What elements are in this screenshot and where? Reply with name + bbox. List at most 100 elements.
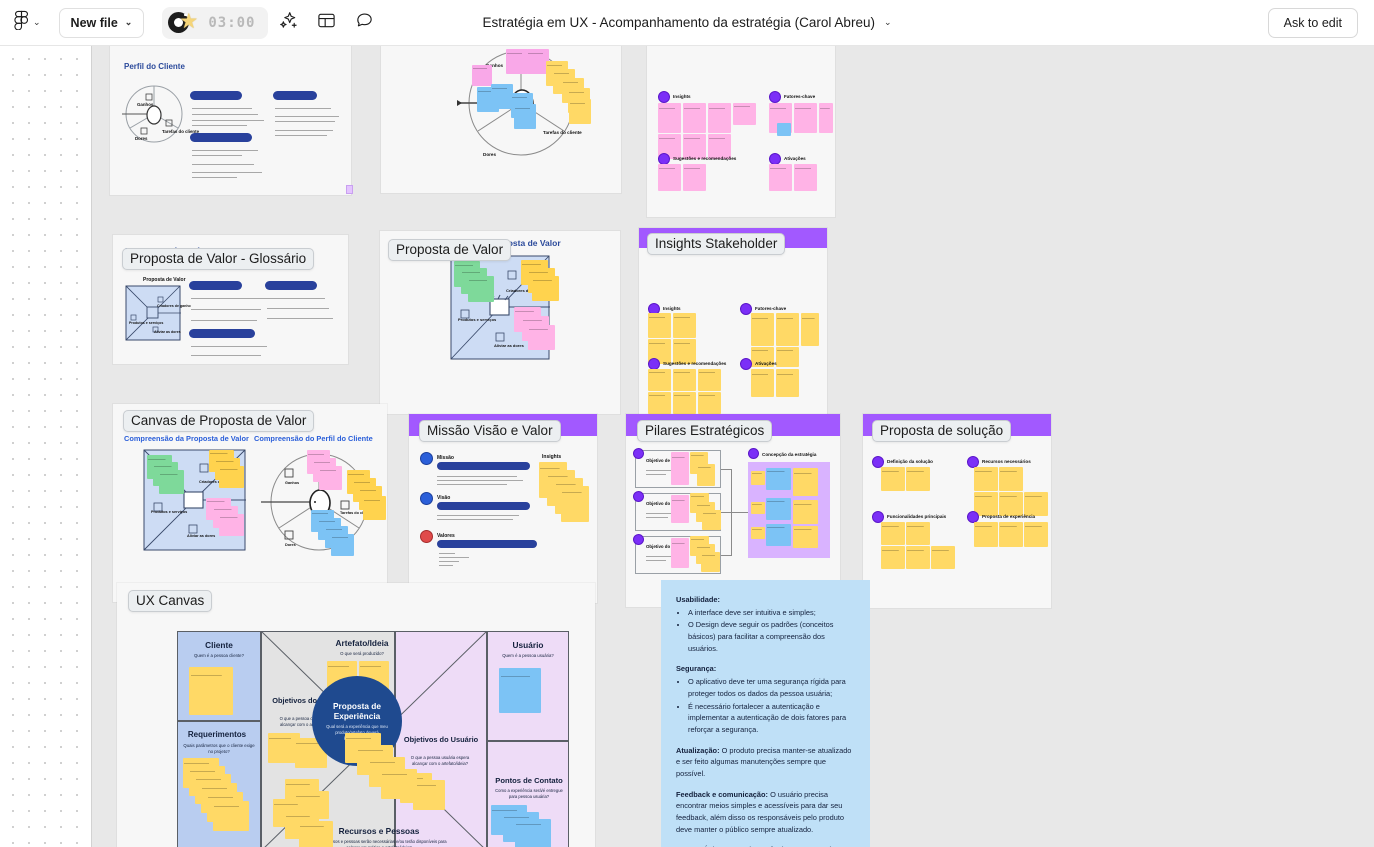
sticky-note[interactable] [766, 498, 791, 520]
card-proposta-de-solucao[interactable]: Definição da solução Recursos necessário… [863, 414, 1051, 608]
sticky-note[interactable] [751, 527, 765, 539]
sticky-note[interactable] [299, 821, 333, 847]
sparkle-ai-button[interactable] [272, 7, 306, 39]
sticky-note[interactable] [793, 526, 818, 548]
sticky-note[interactable] [881, 467, 905, 491]
sticky-note[interactable] [363, 496, 386, 520]
card-pilares-estrategicos[interactable]: Objetivo de negócio Objetivo do usuário … [626, 414, 840, 607]
sticky-note[interactable] [532, 276, 559, 301]
sticky-note[interactable] [793, 468, 818, 496]
sticky-note[interactable] [766, 524, 791, 546]
sticky-note[interactable] [1024, 492, 1048, 516]
document-title[interactable]: Estratégia em UX - Acompanhamento da est… [483, 15, 875, 30]
figma-menu-button[interactable]: ⌄ [8, 7, 47, 39]
sticky-note[interactable] [648, 313, 671, 338]
sticky-note[interactable] [766, 468, 791, 490]
sticky-note[interactable] [673, 392, 696, 414]
card-insights[interactable]: Insights Fatores-chave Sugestões e recom… [647, 46, 835, 217]
new-file-button[interactable]: New file ⌄ [58, 7, 145, 38]
sticky-note[interactable] [381, 769, 417, 799]
sticky-note[interactable] [794, 164, 817, 191]
sticky-note[interactable] [189, 667, 233, 715]
card-perfil-do-cliente[interactable]: Perfil do Cliente Ganhos Tarefas do clie… [110, 46, 351, 195]
sticky-note[interactable] [697, 464, 715, 486]
sticky-note[interactable] [159, 470, 184, 494]
document-menu-chevron-down-icon[interactable]: ⌄ [884, 18, 892, 27]
sticky-note[interactable] [472, 65, 492, 86]
comment-button[interactable] [348, 7, 382, 39]
sticky-note[interactable] [671, 538, 689, 568]
sticky-note[interactable] [698, 392, 721, 414]
layout-panel-button[interactable] [310, 7, 344, 39]
sticky-note[interactable] [319, 466, 342, 490]
sticky-note[interactable] [999, 492, 1023, 516]
sticky-note[interactable] [733, 103, 756, 125]
sticky-note[interactable] [906, 522, 930, 545]
namechip-proposta-de-valor[interactable]: Proposta de Valor [388, 239, 512, 261]
card-ux-canvas[interactable]: Cliente Quem é a pessoa cliente? Requeri… [117, 583, 595, 847]
sticky-note[interactable] [499, 668, 541, 713]
sticky-note[interactable] [648, 392, 671, 414]
namechip-pilares-estrategicos[interactable]: Pilares Estratégicos [637, 420, 773, 442]
sticky-note[interactable] [491, 84, 513, 109]
card-perfil-cliente-notas[interactable]: Ganhos Tarefas do cliente Dores [381, 46, 621, 193]
timer-widget[interactable]: ★ 03:00 [162, 6, 268, 39]
sticky-note[interactable] [751, 313, 774, 346]
sticky-note[interactable] [561, 486, 589, 522]
namechip-insights-stakeholder[interactable]: Insights Stakeholder [647, 233, 786, 255]
namechip-proposta-valor-glossario[interactable]: Proposta de Valor - Glossário [122, 248, 315, 270]
sticky-note[interactable] [683, 103, 706, 133]
sticky-note[interactable] [751, 502, 765, 514]
sticky-note[interactable] [219, 466, 244, 488]
sticky-note[interactable] [999, 522, 1023, 547]
sticky-note[interactable] [514, 104, 536, 129]
sticky-note[interactable] [658, 103, 681, 133]
sticky-note[interactable] [776, 347, 799, 367]
sticky-note[interactable] [906, 467, 930, 491]
sticky-note[interactable] [999, 467, 1023, 491]
sticky-note[interactable] [801, 313, 819, 346]
sticky-note[interactable] [881, 522, 905, 545]
sticky-note[interactable] [506, 49, 528, 74]
sticky-note[interactable] [906, 546, 930, 569]
card-canvas-proposta-valor[interactable]: Compreensão da Proposta de Valor Compree… [113, 404, 387, 602]
sticky-note[interactable] [777, 123, 791, 136]
sticky-note[interactable] [819, 103, 833, 133]
sticky-note[interactable] [881, 546, 905, 569]
sticky-note[interactable] [219, 514, 244, 536]
sticky-note[interactable] [974, 467, 998, 491]
sticky-note[interactable] [648, 369, 671, 391]
sticky-note[interactable] [683, 164, 706, 191]
sticky-note[interactable] [701, 552, 720, 572]
sticky-note[interactable] [776, 313, 799, 346]
sticky-note[interactable] [671, 452, 689, 485]
namechip-ux-canvas[interactable]: UX Canvas [128, 590, 213, 612]
sticky-note[interactable] [751, 471, 765, 485]
canvas-small-marker[interactable] [346, 185, 353, 194]
document-title-group[interactable]: Estratégia em UX - Acompanhamento da est… [483, 15, 892, 30]
sticky-note[interactable] [931, 546, 955, 569]
sticky-note[interactable] [974, 522, 998, 547]
ask-to-edit-button[interactable]: Ask to edit [1267, 7, 1358, 38]
card-missao-visao-valor[interactable]: Missão Visão Valores Insights [409, 414, 597, 603]
sticky-note[interactable] [708, 103, 731, 133]
sticky-note[interactable] [794, 103, 817, 133]
card-insights-stakeholder[interactable]: Insights Fatores-chave Sugestões e recom… [639, 228, 827, 420]
sticky-note[interactable] [515, 819, 551, 847]
sticky-note[interactable] [468, 276, 494, 302]
sticky-note[interactable] [673, 369, 696, 391]
sticky-note[interactable] [569, 99, 591, 124]
figjam-canvas[interactable]: Perfil do Cliente Ganhos Tarefas do clie… [0, 46, 1374, 847]
sticky-note[interactable] [673, 313, 696, 338]
sticky-note[interactable] [702, 510, 721, 530]
sticky-note[interactable] [658, 164, 681, 191]
requirements-panel[interactable]: Usabilidade: A interface deve ser intuit… [661, 580, 870, 847]
sticky-note[interactable] [698, 369, 721, 391]
sticky-note[interactable] [793, 500, 818, 524]
sticky-note[interactable] [528, 325, 555, 350]
sticky-note[interactable] [769, 164, 792, 191]
namechip-missao-visao-valor[interactable]: Missão Visão e Valor [419, 420, 561, 442]
sticky-note[interactable] [331, 534, 354, 556]
namechip-proposta-de-solucao[interactable]: Proposta de solução [872, 420, 1012, 442]
sticky-note[interactable] [671, 495, 689, 523]
